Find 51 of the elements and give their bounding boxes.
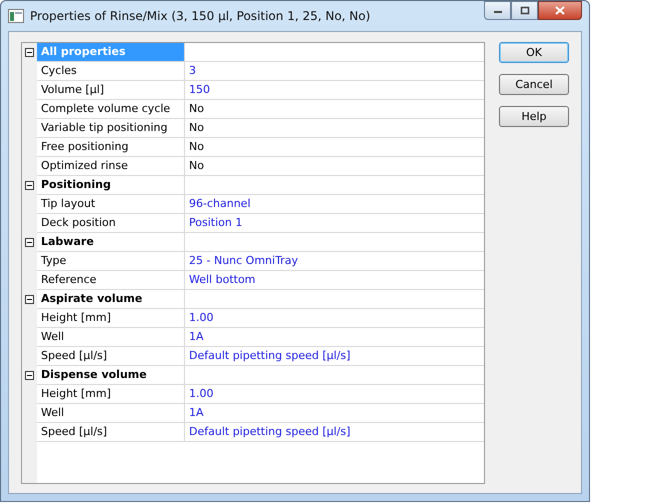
window-title: Properties of Rinse/Mix (3, 150 µl, Position 1, 25, No, No) (30, 9, 370, 23)
property-value[interactable]: Position 1 (185, 214, 484, 233)
property-value[interactable]: 1A (185, 328, 484, 347)
property-value[interactable]: No (185, 100, 484, 119)
property-value[interactable]: 1.00 (185, 309, 484, 328)
window-icon (8, 9, 24, 23)
property-value[interactable]: No (185, 157, 484, 176)
property-value[interactable]: Default pipetting speed [µl/s] (185, 423, 484, 442)
property-name[interactable]: Deck position (37, 214, 185, 233)
group-header[interactable]: Aspirate volume (37, 290, 185, 309)
property-name[interactable]: Complete volume cycle (37, 100, 185, 119)
property-name[interactable]: Type (37, 252, 185, 271)
property-value[interactable]: 1A (185, 404, 484, 423)
property-name[interactable]: Height [mm] (37, 385, 185, 404)
group-header[interactable]: Dispense volume (37, 366, 185, 385)
property-value[interactable]: 150 (185, 81, 484, 100)
maximize-button[interactable] (511, 1, 538, 20)
group-header[interactable]: Positioning (37, 176, 185, 195)
property-name[interactable]: Reference (37, 271, 185, 290)
collapse-icon[interactable] (25, 238, 34, 247)
property-value[interactable]: 25 - Nunc OmniTray (185, 252, 484, 271)
property-value[interactable]: No (185, 119, 484, 138)
property-name[interactable]: Cycles (37, 62, 185, 81)
collapse-icon[interactable] (25, 48, 34, 57)
maximize-icon (520, 6, 530, 15)
property-name[interactable]: Well (37, 404, 185, 423)
minimize-button[interactable] (484, 1, 511, 20)
property-value[interactable]: No (185, 138, 484, 157)
collapse-icon[interactable] (25, 371, 34, 380)
dialog-button[interactable]: Cancel (499, 74, 569, 95)
property-name[interactable]: Variable tip positioning (37, 119, 185, 138)
property-name[interactable]: Free positioning (37, 138, 185, 157)
close-button[interactable] (538, 1, 582, 20)
property-value[interactable]: 1.00 (185, 385, 484, 404)
property-name[interactable]: Speed [µl/s] (37, 347, 185, 366)
property-name[interactable]: Speed [µl/s] (37, 423, 185, 442)
collapse-icon[interactable] (25, 295, 34, 304)
property-name[interactable]: Height [mm] (37, 309, 185, 328)
property-value[interactable]: 96-channel (185, 195, 484, 214)
property-value[interactable]: 3 (185, 62, 484, 81)
property-name[interactable]: Volume [µl] (37, 81, 185, 100)
property-value[interactable]: Well bottom (185, 271, 484, 290)
dialog-button[interactable]: Help (499, 106, 569, 127)
dialog-button[interactable]: OK (499, 42, 569, 63)
close-icon (555, 6, 565, 15)
property-name[interactable]: Optimized rinse (37, 157, 185, 176)
property-name[interactable]: Tip layout (37, 195, 185, 214)
collapse-icon[interactable] (25, 181, 34, 190)
property-value[interactable]: Default pipetting speed [µl/s] (185, 347, 484, 366)
property-name[interactable]: Well (37, 328, 185, 347)
group-header[interactable]: Labware (37, 233, 185, 252)
